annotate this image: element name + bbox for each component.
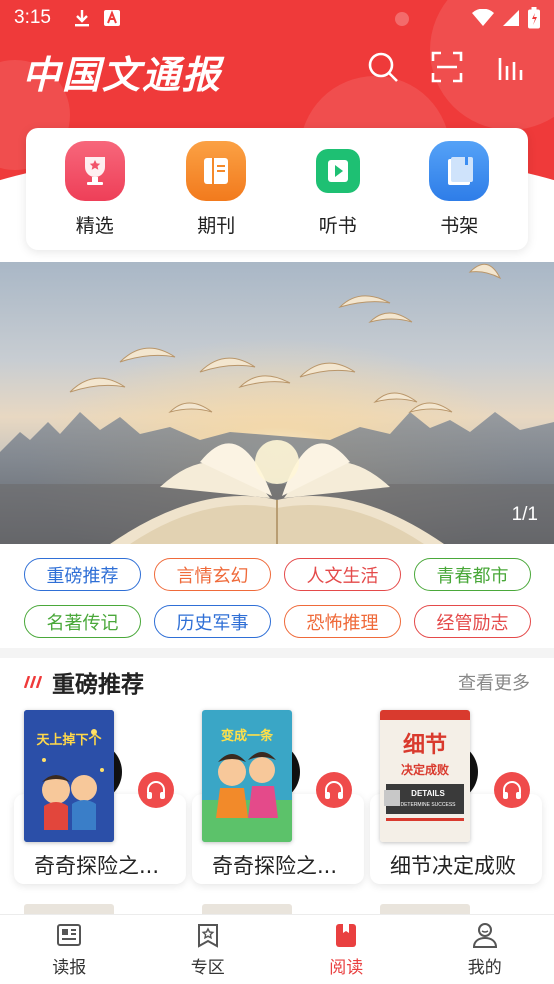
journal-icon [186,140,247,201]
book-read-icon [336,924,357,947]
status-bar: 3:15 [0,0,554,36]
battery-icon [528,7,540,29]
nav-me[interactable]: 我的 [435,921,535,978]
quick-entry-card: 精选 期刊 听书 书架 [26,128,528,250]
status-time: 3:15 [14,7,51,28]
tag-humanities-life[interactable]: 人文生活 [284,558,401,591]
banner-image [0,262,554,544]
svg-text:决定成败: 决定成败 [401,762,449,777]
tag-history-military[interactable]: 历史军事 [154,605,271,638]
signal-icon [503,10,519,26]
download-icon [74,10,89,27]
headphones-icon [503,781,521,799]
category-tags: 重磅推荐 言情玄幻 人文生活 青春都市 名著传记 历史军事 恐怖推理 经管励志 [24,558,532,638]
book-title[interactable]: 奇奇探险之... [212,850,372,880]
book-list: 天上掉下个 奇奇探险之... 变成一条 奇奇探险之... 细节 决定成败 DET… [14,708,544,888]
tag-classics-biography[interactable]: 名著传记 [24,605,141,638]
view-more-link[interactable]: 查看更多 [458,669,530,695]
banner-carousel[interactable]: 1/1 [0,262,554,544]
nav-newspaper[interactable]: 读报 [19,921,119,978]
listen-button[interactable] [494,772,530,808]
newspaper-icon [57,924,82,946]
nav-label: 我的 [467,958,502,978]
tag-featured[interactable]: 重磅推荐 [24,558,141,591]
app-logo: 中国文通报 [22,52,223,97]
trophy-icon [64,140,125,201]
quick-entry-featured[interactable]: 精选 [50,140,140,238]
search-button[interactable] [366,50,400,84]
play-icon [308,141,368,201]
quick-entry-label: 听书 [318,214,357,237]
wifi-icon [472,9,494,26]
book-cover-title: 天上掉下个 [36,732,102,748]
app-notification-icon [103,10,120,26]
nav-zone[interactable]: 专区 [158,921,258,978]
section-mark-icon [24,676,42,688]
bookshelf-icon [429,140,490,201]
svg-text:DETAILS: DETAILS [411,789,445,798]
tag-business-inspiration[interactable]: 经管励志 [414,605,531,638]
nav-label: 专区 [190,958,225,978]
tag-romance-fantasy[interactable]: 言情玄幻 [154,558,271,591]
headphones-icon [147,781,165,799]
book-title[interactable]: 细节决定成败 [390,850,550,880]
listen-button[interactable] [138,772,174,808]
book-cover[interactable]: 变成一条 [202,710,292,842]
book-title[interactable]: 奇奇探险之... [34,850,194,880]
ranking-button[interactable] [494,50,528,84]
quick-entry-label: 精选 [75,214,114,237]
svg-text:DETERMINE SUCCESS: DETERMINE SUCCESS [400,802,456,808]
search-icon [368,52,398,82]
quick-entry-label: 书架 [440,214,479,237]
section-header: 重磅推荐 查看更多 [24,664,530,700]
scan-button[interactable] [430,50,464,84]
chart-icon [498,58,523,80]
scan-icon [431,51,463,83]
section-title: 重磅推荐 [52,672,144,698]
banner-page-indicator: 1/1 [511,504,538,525]
tag-youth-urban[interactable]: 青春都市 [414,558,531,591]
quick-entry-bookshelf[interactable]: 书架 [414,140,504,238]
book-cover[interactable]: 细节 决定成败 DETAILS DETERMINE SUCCESS [380,710,470,842]
nav-reading[interactable]: 阅读 [296,921,396,978]
book-cover-title: 变成一条 [221,728,274,744]
svg-text:细节: 细节 [403,732,447,758]
book-cover[interactable]: 天上掉下个 [24,710,114,842]
zone-icon [197,924,218,948]
quick-entry-audiobooks[interactable]: 听书 [293,141,383,238]
user-icon [472,923,497,948]
listen-button[interactable] [316,772,352,808]
nav-label: 阅读 [329,958,364,978]
headphones-icon [325,781,343,799]
bottom-navigation: 读报 专区 阅读 我的 [0,914,554,984]
quick-entry-journals[interactable]: 期刊 [171,140,261,238]
quick-entry-label: 期刊 [197,214,236,237]
nav-label: 读报 [52,958,87,978]
section-divider [0,648,554,658]
tag-horror-mystery[interactable]: 恐怖推理 [284,605,401,638]
